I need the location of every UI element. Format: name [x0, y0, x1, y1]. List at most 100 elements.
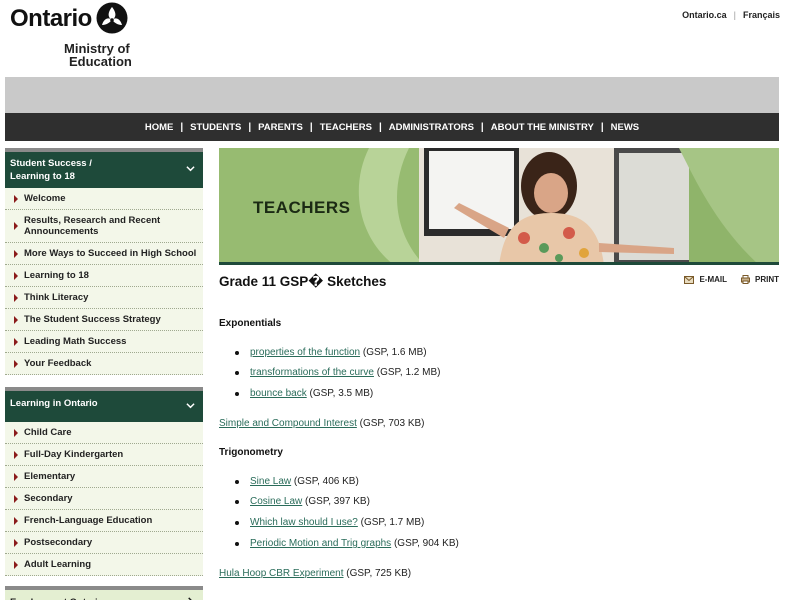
nav-about-the-ministry[interactable]: ABOUT THE MINISTRY — [484, 122, 601, 133]
file-meta: (GSP, 904 KB) — [393, 538, 459, 549]
sidebar-heading-student-success[interactable]: Student Success / Learning to 18 — [5, 148, 203, 188]
link-properties-of-the-function[interactable]: properties of the function — [250, 347, 360, 358]
nav-news[interactable]: NEWS — [604, 122, 647, 133]
arrow-right-icon — [14, 538, 18, 547]
link-hula-hoop-cbr-experiment[interactable]: Hula Hoop CBR Experiment — [219, 568, 344, 579]
sidebar-item-label: More Ways to Succeed in High School — [24, 248, 197, 259]
sidebar-item-elementary[interactable]: Elementary — [5, 466, 203, 488]
sidebar-item-postsecondary[interactable]: Postsecondary — [5, 532, 203, 554]
arrow-right-icon — [14, 560, 18, 569]
bullet-icon — [235, 351, 239, 356]
section-heading-exponentials: Exponentials — [219, 318, 282, 329]
sidebar-item-label: Learning to 18 — [24, 270, 89, 281]
top-links: Ontario.ca | Français — [682, 10, 780, 20]
arrow-right-icon — [14, 472, 18, 481]
sidebar-heading-learning-in-ontario[interactable]: Learning in Ontario — [5, 387, 203, 422]
file-meta: (GSP, 397 KB) — [305, 496, 370, 507]
sidebar-item-leading-math-success[interactable]: Leading Math Success — [5, 331, 203, 353]
sidebar-item-learning-to-18[interactable]: Learning to 18 — [5, 265, 203, 287]
arrow-right-icon — [14, 271, 18, 280]
nav-home[interactable]: HOME — [138, 122, 181, 133]
list-item: Simple and Compound Interest (GSP, 703 K… — [219, 418, 425, 429]
file-meta: (GSP, 703 KB) — [359, 418, 425, 429]
arrow-right-icon — [14, 222, 18, 230]
nav-students[interactable]: STUDENTS — [183, 122, 248, 133]
sidebar-heading-employment-ontario[interactable]: Employment Ontario — [5, 586, 203, 600]
sidebar-item-label: The Student Success Strategy — [24, 314, 161, 325]
nav-administrators[interactable]: ADMINISTRATORS — [382, 122, 481, 133]
sidebar-heading-text: Student Success / Learning to 18 — [5, 152, 203, 188]
banner-title: TEACHERS — [253, 198, 351, 217]
link-which-law-should-i-use[interactable]: Which law should I use? — [250, 517, 358, 528]
section-heading-trigonometry: Trigonometry — [219, 447, 283, 458]
sidebar-item-secondary[interactable]: Secondary — [5, 488, 203, 510]
file-meta: (GSP, 3.5 MB) — [309, 388, 374, 399]
sidebar-item-label: French-Language Education — [24, 515, 153, 526]
ontario-ca-link[interactable]: Ontario.ca — [682, 10, 727, 20]
sidebar-item-label: Leading Math Success — [24, 336, 127, 347]
sidebar-item-label: Secondary — [24, 493, 73, 504]
sidebar-item-your-feedback[interactable]: Your Feedback — [5, 353, 203, 375]
sidebar-item-label: Welcome — [24, 193, 66, 204]
sidebar-item-french-language-education[interactable]: French-Language Education — [5, 510, 203, 532]
bullet-icon — [235, 480, 239, 485]
email-label: E-MAIL — [699, 275, 727, 284]
arrow-right-icon — [14, 194, 18, 203]
sidebar-heading-text: Employment Ontario — [5, 590, 203, 600]
list-item: Sine Law (GSP, 406 KB) — [235, 476, 359, 487]
list-item: Periodic Motion and Trig graphs (GSP, 90… — [235, 538, 459, 549]
bullet-icon — [235, 371, 239, 376]
sidebar-item-adult-learning[interactable]: Adult Learning — [5, 554, 203, 576]
sidebar-item-welcome[interactable]: Welcome — [5, 188, 203, 210]
arrow-right-icon — [14, 428, 18, 437]
list-item: Hula Hoop CBR Experiment (GSP, 725 KB) — [219, 568, 411, 579]
arrow-right-icon — [14, 494, 18, 503]
sidebar-item-label: Postsecondary — [24, 537, 93, 548]
sidebar-item-think-literacy[interactable]: Think Literacy — [5, 287, 203, 309]
list-item: Cosine Law (GSP, 397 KB) — [235, 496, 370, 507]
nav-parents[interactable]: PARENTS — [251, 122, 310, 133]
bullet-icon — [235, 392, 239, 397]
nav-teachers[interactable]: TEACHERS — [313, 122, 379, 133]
link-bounce-back[interactable]: bounce back — [250, 388, 307, 399]
list-item: transformations of the curve (GSP, 1.2 M… — [235, 367, 440, 378]
sidebar-heading-line-1: Student Success / — [10, 158, 92, 169]
link-periodic-motion-and-trig-graphs[interactable]: Periodic Motion and Trig graphs — [250, 538, 391, 549]
main-nav: HOME | STUDENTS | PARENTS | TEACHERS | A… — [5, 113, 779, 141]
sidebar-item-child-care[interactable]: Child Care — [5, 422, 203, 444]
file-meta: (GSP, 1.7 MB) — [360, 517, 425, 528]
print-tool[interactable]: PRINT — [741, 275, 779, 284]
list-item: bounce back (GSP, 3.5 MB) — [235, 388, 373, 399]
link-sine-law[interactable]: Sine Law — [250, 476, 291, 487]
file-meta: (GSP, 1.6 MB) — [362, 347, 427, 358]
link-simple-and-compound-interest[interactable]: Simple and Compound Interest — [219, 418, 357, 429]
file-meta: (GSP, 1.2 MB) — [376, 367, 441, 378]
list-item: properties of the function (GSP, 1.6 MB) — [235, 347, 427, 358]
sidebar: Student Success / Learning to 18 Welcome… — [5, 148, 203, 600]
site-header: Ontario Ministry of Education Ontario.ca… — [0, 0, 785, 77]
sidebar-item-results-research[interactable]: Results, Research and Recent Announcemen… — [5, 210, 203, 243]
link-cosine-law[interactable]: Cosine Law — [250, 496, 302, 507]
list-item: Which law should I use? (GSP, 1.7 MB) — [235, 517, 424, 528]
bullet-icon — [235, 521, 239, 526]
sidebar-item-label: Elementary — [24, 471, 76, 482]
ministry-line-2: Education — [69, 54, 132, 69]
bullet-icon — [235, 542, 239, 547]
top-link-separator: | — [733, 10, 736, 20]
trillium-logo-icon[interactable] — [96, 2, 128, 34]
page-title: Grade 11 GSP� Sketches — [219, 274, 387, 289]
chevron-down-icon — [186, 402, 195, 408]
ontario-logo-text[interactable]: Ontario — [10, 5, 92, 33]
link-transformations-of-the-curve[interactable]: transformations of the curve — [250, 367, 374, 378]
file-meta: (GSP, 725 KB) — [346, 568, 412, 579]
grey-band — [5, 77, 779, 113]
arrow-right-icon — [14, 450, 18, 459]
sidebar-item-student-success-strategy[interactable]: The Student Success Strategy — [5, 309, 203, 331]
sidebar-item-full-day-kindergarten[interactable]: Full-Day Kindergarten — [5, 444, 203, 466]
sidebar-item-label: Adult Learning — [24, 559, 92, 570]
francais-link[interactable]: Français — [743, 10, 780, 20]
sidebar-item-more-ways[interactable]: More Ways to Succeed in High School — [5, 243, 203, 265]
email-tool[interactable]: E-MAIL — [684, 275, 727, 284]
